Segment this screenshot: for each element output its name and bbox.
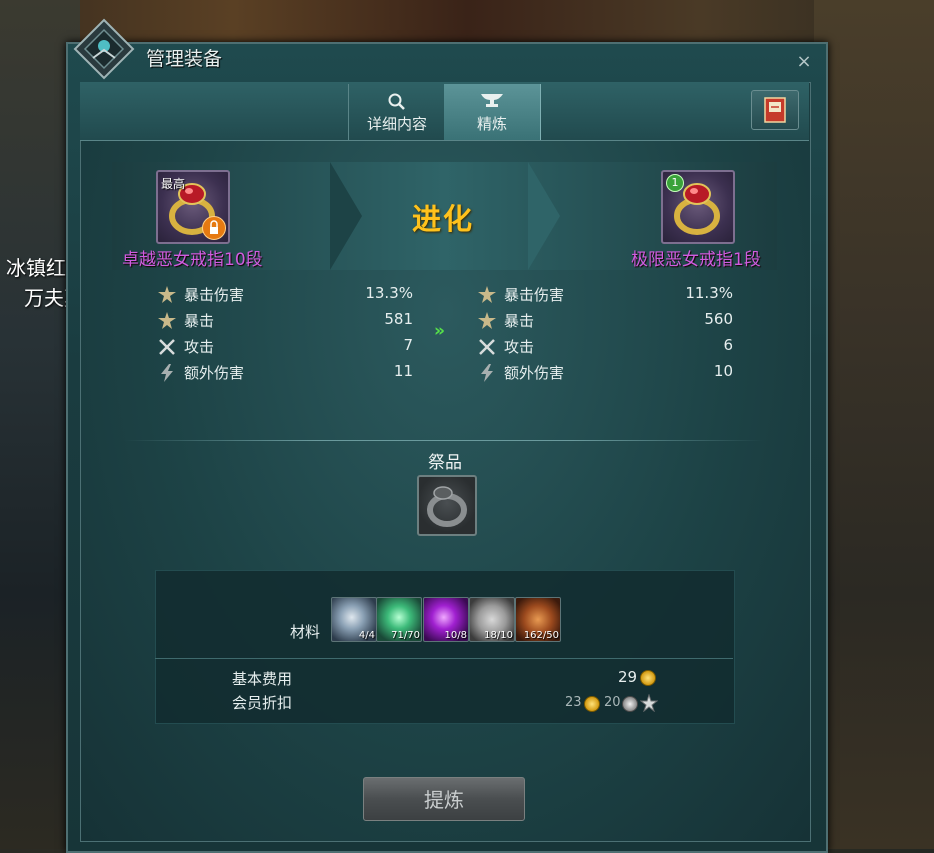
item-tag: 最高	[161, 177, 186, 191]
material-count: 71/70	[391, 630, 420, 641]
npc-name: 冰镇红	[6, 256, 66, 280]
vip-star-icon	[640, 694, 658, 712]
stat-row: 暴击伤害 11.3%	[478, 284, 733, 306]
materials-label: 材料	[290, 623, 321, 641]
stat-row: 暴击伤害 13.3%	[158, 284, 413, 306]
tab-label: 精炼	[476, 115, 507, 133]
stat-value: 10	[713, 362, 733, 380]
offering-slot[interactable]	[417, 475, 477, 536]
offering-label: 祭品	[428, 453, 462, 473]
stat-value: 6	[723, 336, 733, 354]
codex-button[interactable]	[751, 90, 799, 130]
stat-name: 额外伤害	[504, 364, 565, 382]
stat-name: 攻击	[504, 338, 535, 356]
level-badge: 1	[666, 174, 684, 192]
stat-row: 攻击 7	[158, 336, 413, 358]
banner-chevron	[330, 162, 362, 270]
gold-coin-icon	[640, 670, 656, 686]
material-slot[interactable]: 4/4	[331, 597, 377, 642]
banner-chevron	[528, 162, 560, 270]
stat-name: 暴击伤害	[184, 286, 245, 304]
stat-value: 13.3%	[365, 284, 413, 302]
source-item-name: 卓越恶女戒指10段	[122, 250, 263, 270]
basic-fee-label: 基本费用	[232, 670, 293, 688]
close-button[interactable]: ×	[794, 52, 814, 72]
burst-icon	[478, 312, 496, 329]
stat-name: 暴击	[184, 312, 215, 330]
book-icon	[764, 97, 786, 123]
tab-label: 详细内容	[366, 115, 427, 133]
material-count: 18/10	[484, 630, 513, 641]
stat-name: 攻击	[184, 338, 215, 356]
material-count: 4/4	[358, 630, 375, 641]
stat-value: 7	[403, 336, 413, 354]
search-icon	[388, 93, 405, 110]
gold-coin-icon	[584, 696, 600, 712]
member-silver-value: 20	[604, 695, 621, 710]
target-item-name: 极限恶女戒指1段	[631, 250, 761, 270]
tab-details[interactable]: 详细内容	[348, 84, 446, 140]
stat-value: 11.3%	[685, 284, 733, 302]
member-discount-label: 会员折扣	[232, 694, 293, 712]
stat-row: 额外伤害 11	[158, 362, 413, 384]
stat-value: 11	[393, 362, 413, 380]
lightning-icon	[161, 364, 173, 382]
ring-icon	[427, 486, 467, 527]
burst-icon	[158, 312, 176, 329]
stat-value: 560	[704, 310, 733, 328]
background-scene-right	[814, 0, 934, 849]
stat-name: 额外伤害	[184, 364, 245, 382]
source-item-slot[interactable]: 最高	[156, 170, 230, 244]
section-divider	[124, 440, 764, 441]
burst-icon	[478, 286, 496, 303]
lock-icon	[202, 216, 226, 240]
stat-name: 暴击伤害	[504, 286, 565, 304]
target-item-slot[interactable]: 1	[661, 170, 735, 244]
stat-name: 暴击	[504, 312, 535, 330]
material-slot[interactable]: 71/70	[376, 597, 422, 642]
crossed-swords-icon	[159, 339, 175, 355]
stat-value: 581	[384, 310, 413, 328]
silver-coin-icon	[622, 696, 638, 712]
stat-row: 额外伤害 10	[478, 362, 733, 384]
fee-divider	[155, 658, 733, 659]
member-gold-value: 23	[565, 695, 582, 710]
material-count: 162/50	[523, 630, 559, 641]
stat-row: 暴击 560	[478, 310, 733, 332]
anvil-icon	[481, 94, 503, 107]
material-slot[interactable]: 162/50	[515, 597, 561, 642]
lightning-icon	[481, 364, 493, 382]
material-slot[interactable]: 18/10	[469, 597, 515, 642]
evolve-label: 进化	[412, 202, 475, 236]
burst-icon	[158, 286, 176, 303]
material-count: 10/8	[444, 630, 467, 641]
tab-refine[interactable]: 精炼	[444, 84, 541, 140]
emblem-icon	[73, 18, 135, 80]
stat-row: 暴击 581	[158, 310, 413, 332]
window-title: 管理装备	[146, 48, 223, 70]
refine-button[interactable]: 提炼	[363, 777, 525, 821]
material-slot[interactable]: 10/8	[423, 597, 469, 642]
stat-row: 攻击 6	[478, 336, 733, 358]
comparison-arrows: »	[434, 321, 445, 341]
basic-fee-value: 29	[618, 668, 638, 686]
crossed-swords-icon	[479, 339, 495, 355]
